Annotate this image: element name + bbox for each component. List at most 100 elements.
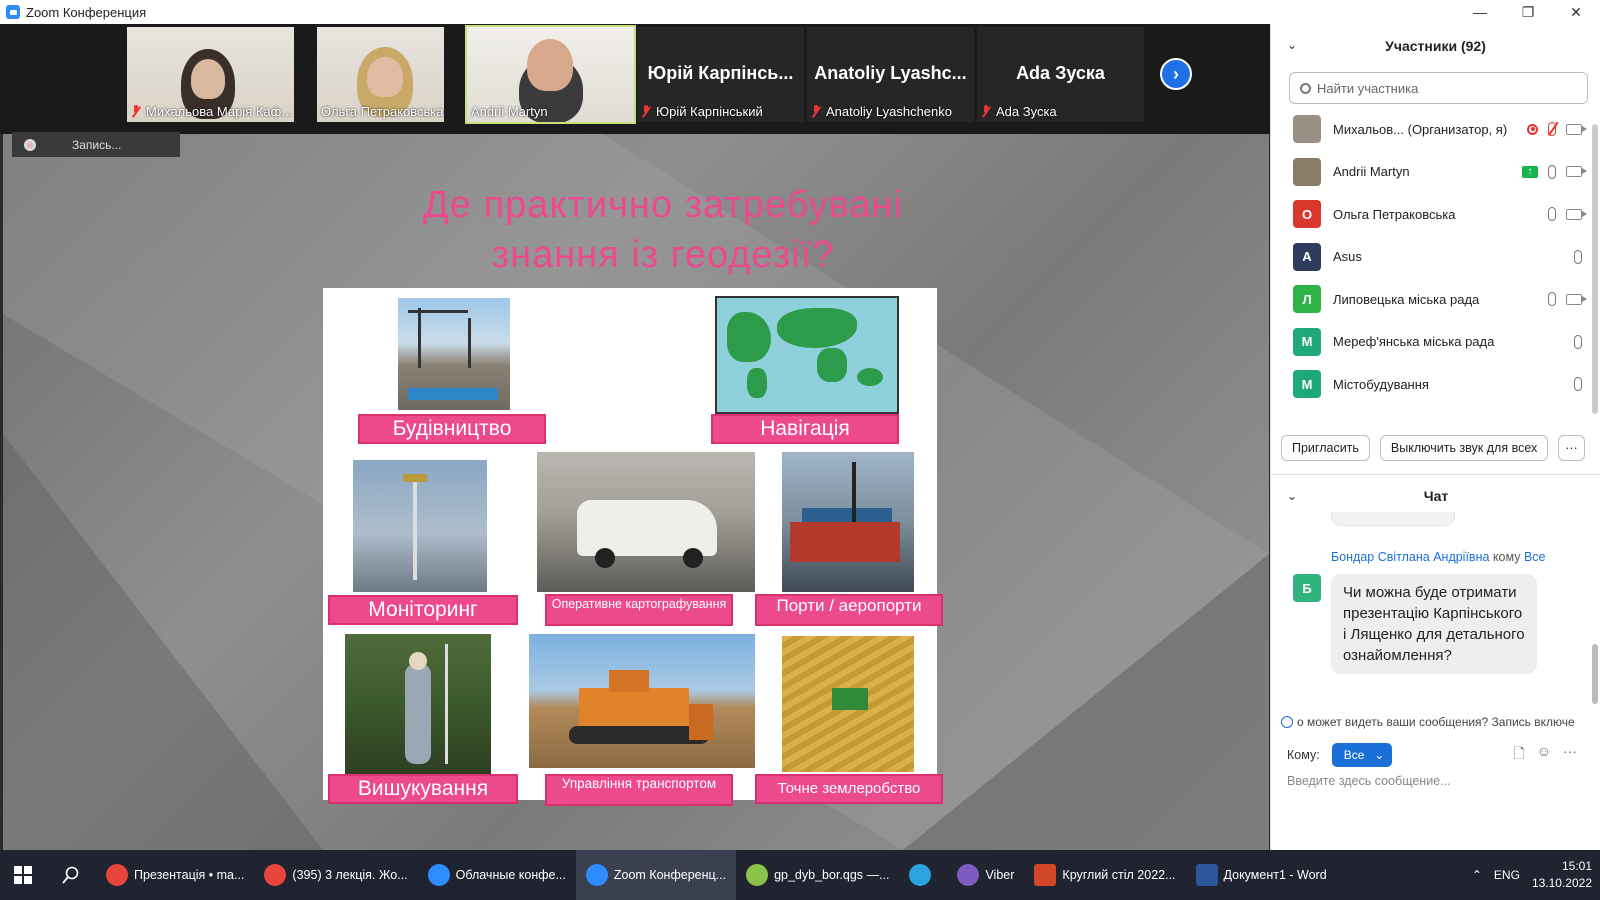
- participant-row[interactable]: A Asus: [1271, 236, 1600, 279]
- taskbar-item-telegram[interactable]: [899, 850, 947, 900]
- mic-icon[interactable]: [1574, 249, 1582, 264]
- mic-icon[interactable]: [1548, 292, 1556, 307]
- panel-divider: [1271, 474, 1600, 475]
- recipient-select[interactable]: Все ⌄: [1331, 743, 1392, 767]
- chat-scrollbar[interactable]: [1592, 644, 1598, 704]
- avatar: О: [1293, 200, 1321, 229]
- file-icon[interactable]: 🗋: [1513, 743, 1524, 767]
- participant-name: Михальов... (Организатор, я): [1333, 121, 1508, 137]
- participant-name: Липовецька міська рада: [1333, 291, 1480, 307]
- label-transport: Управління транспортом: [545, 774, 733, 806]
- telegram-icon: [909, 864, 932, 886]
- participant-row[interactable]: Л Липовецька міська рада: [1271, 278, 1600, 321]
- video-tile-1[interactable]: Михальова Марія Каф...: [127, 27, 294, 122]
- search-icon: [1300, 82, 1311, 94]
- emoji-icon[interactable]: ☺: [1537, 743, 1551, 767]
- video-tile-4[interactable]: Юрій Карпінсь... Юрій Карпінський: [637, 27, 804, 122]
- taskbar-item-powerpoint[interactable]: Круглий стіл 2022...: [1024, 850, 1185, 900]
- search-button[interactable]: [46, 850, 96, 900]
- participant-row[interactable]: О Ольга Петраковська: [1271, 193, 1600, 236]
- recording-indicator[interactable]: Запись...: [12, 132, 180, 157]
- recording-label: Запись...: [72, 137, 122, 152]
- muted-mic-icon: [981, 105, 991, 118]
- taskbar-item-chrome-presentation[interactable]: Презентація • ma...: [96, 850, 254, 900]
- camera-icon[interactable]: [1566, 123, 1587, 135]
- tile-name: Ada Зуска: [996, 104, 1057, 119]
- mute-all-button[interactable]: Выключить звук для всех: [1379, 435, 1549, 461]
- participant-row[interactable]: М Мереф'янська міська рада: [1271, 321, 1600, 364]
- chrome-icon: [264, 864, 287, 886]
- minimize-button[interactable]: —: [1456, 0, 1504, 24]
- avatar: М: [1293, 370, 1321, 399]
- taskbar: Презентація • ma... (395) 3 лекція. Жо..…: [0, 850, 1600, 900]
- zoom-app-icon: [6, 5, 20, 19]
- taskbar-item-chrome-lecture[interactable]: (395) 3 лекція. Жо...: [254, 850, 417, 900]
- label-monitoring: Моніторинг: [328, 595, 518, 625]
- mic-icon[interactable]: [1548, 207, 1556, 222]
- taskbar-item-word[interactable]: Документ1 - Word: [1186, 850, 1337, 900]
- person-icon: [1281, 716, 1293, 728]
- video-tile-2[interactable]: Ольга Петраковська: [317, 27, 444, 122]
- participant-search-input[interactable]: Найти участника: [1289, 72, 1588, 104]
- windows-icon: [14, 866, 32, 884]
- system-tray: ⌃ ENG 15:01 13.10.2022: [1472, 850, 1592, 900]
- tile-name: Anatoliy Lyashchenko: [826, 104, 952, 119]
- tile-big-name: Ada Зуска: [1016, 63, 1105, 83]
- navigation-map-image: [715, 296, 899, 414]
- farming-image: [782, 636, 914, 772]
- invite-button[interactable]: Пригласить: [1281, 435, 1370, 461]
- close-button[interactable]: ✕: [1552, 0, 1600, 24]
- restore-button[interactable]: ❐: [1504, 0, 1552, 24]
- participant-name: Мереф'янська міська рада: [1333, 334, 1495, 350]
- label-construction: Будівництво: [358, 414, 546, 444]
- mic-icon[interactable]: [1574, 377, 1582, 392]
- search-icon: [62, 866, 79, 884]
- camera-icon[interactable]: [1566, 293, 1587, 305]
- collapse-chevron-icon[interactable]: ⌄: [1287, 489, 1297, 503]
- taskbar-item-viber[interactable]: Viber: [947, 850, 1024, 900]
- more-icon[interactable]: ···: [1563, 743, 1577, 767]
- side-panel: ⌄ Участники (92) Найти участника Михальо…: [1270, 24, 1600, 850]
- taskbar-item-zoom[interactable]: Zoom Конференц...: [575, 850, 737, 900]
- gallery-strip: Михальова Марія Каф... Ольга Петраковськ…: [0, 24, 1270, 134]
- video-tile-3[interactable]: Andrii Martyn: [465, 25, 636, 124]
- video-tile-6[interactable]: Ada Зуска Ada Зуска: [977, 27, 1144, 122]
- camera-icon[interactable]: [1566, 208, 1587, 220]
- chat-message-input[interactable]: Введите здесь сообщение...: [1287, 774, 1451, 788]
- participant-name: Asus: [1333, 249, 1362, 265]
- taskbar-item-cloud-meetings[interactable]: Облачные конфе...: [418, 850, 576, 900]
- monitoring-image: [353, 460, 487, 592]
- participant-name: Містобудування: [1333, 376, 1429, 392]
- participant-row[interactable]: М Містобудування: [1271, 363, 1600, 406]
- viber-icon: [957, 864, 980, 886]
- next-page-icon[interactable]: ›: [1160, 58, 1192, 90]
- window-title: Zoom Конференция: [26, 4, 147, 20]
- participants-scrollbar[interactable]: [1592, 124, 1598, 414]
- clock[interactable]: 15:01 13.10.2022: [1532, 858, 1592, 892]
- participant-row[interactable]: Andrii Martyn ↑: [1271, 151, 1600, 194]
- chat-privacy-notice[interactable]: о может видеть ваши сообщения? Запись вк…: [1281, 708, 1597, 736]
- muted-mic-icon[interactable]: [1548, 122, 1556, 137]
- start-button[interactable]: [0, 850, 46, 900]
- muted-mic-icon: [641, 105, 651, 118]
- slide-title: Де практично затребувані знання із геоде…: [423, 184, 903, 276]
- mic-icon[interactable]: [1574, 334, 1582, 349]
- video-tile-5[interactable]: Anatoliy Lyashc... Anatoliy Lyashchenko: [807, 27, 974, 122]
- collapse-chevron-icon[interactable]: ⌄: [1287, 38, 1297, 52]
- transport-bulldozer-image: [529, 634, 755, 768]
- participant-row[interactable]: Михальов... (Организатор, я): [1271, 108, 1600, 151]
- avatar: Л: [1293, 285, 1321, 314]
- recording-icon: [1527, 123, 1538, 135]
- more-options-button[interactable]: ···: [1558, 435, 1585, 461]
- tile-name: Andrii Martyn: [471, 104, 548, 119]
- avatar: [1293, 115, 1321, 144]
- taskbar-item-qgis[interactable]: gp_dyb_bor.qgs —...: [736, 850, 899, 900]
- screen-share-icon: ↑: [1522, 165, 1538, 178]
- chevron-down-icon: ⌄: [1374, 748, 1385, 762]
- camera-icon[interactable]: [1566, 166, 1587, 178]
- language-indicator[interactable]: ENG: [1494, 868, 1520, 882]
- mic-icon[interactable]: [1548, 164, 1556, 179]
- ports-image: [782, 452, 914, 592]
- chevron-up-icon[interactable]: ⌃: [1472, 868, 1482, 882]
- label-navigation: Навігація: [711, 414, 899, 444]
